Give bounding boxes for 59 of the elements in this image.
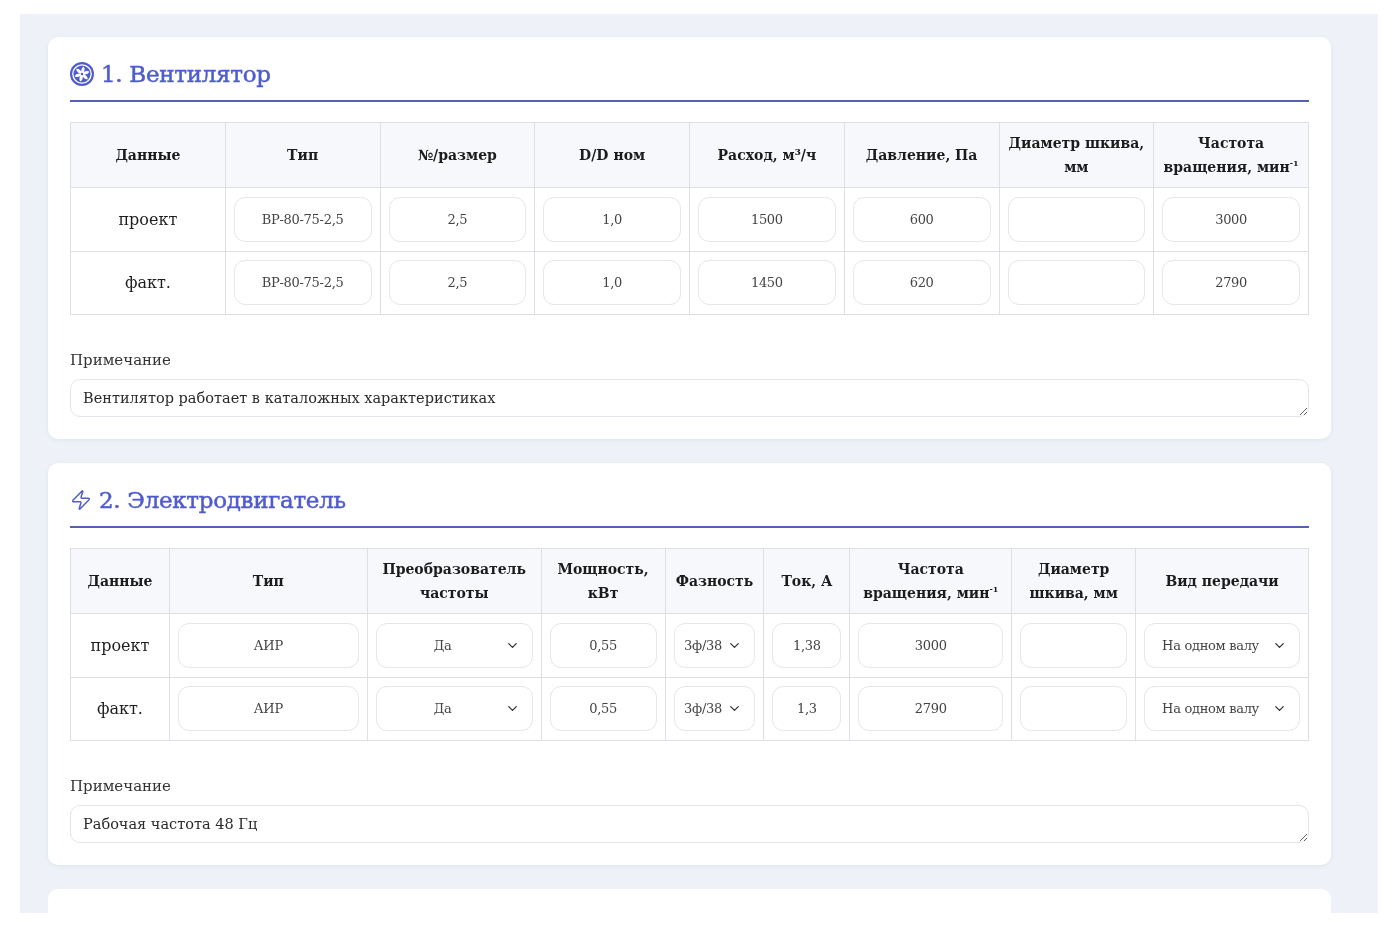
note-label: Примечание — [70, 776, 172, 797]
text-field[interactable]: 0,55 — [549, 622, 657, 668]
column-header: Фазность — [665, 549, 765, 614]
column-header: Преобразователь частоты — [367, 549, 542, 614]
dropdown[interactable]: 3ф/38 — [673, 686, 756, 732]
column-header: №/размер — [380, 123, 536, 188]
fan-icon — [70, 62, 94, 86]
column-header: Диаметр шкива, мм — [999, 123, 1155, 188]
text-field[interactable]: 2790 — [858, 686, 1004, 732]
text-field[interactable]: 2790 — [1162, 260, 1300, 306]
text-field[interactable]: 1450 — [698, 260, 836, 306]
dropdown[interactable]: Да — [375, 622, 533, 668]
text-field[interactable] — [1020, 622, 1128, 668]
text-field[interactable]: ВР-80-75-2,5 — [233, 196, 372, 242]
text-field[interactable]: 2,5 — [388, 196, 527, 242]
column-header: D/D ном — [535, 123, 690, 188]
note-field[interactable]: Рабочая частота 48 Гц — [70, 805, 1309, 843]
text-field[interactable] — [1007, 196, 1146, 242]
section-title: 2. Электродвигатель — [99, 486, 346, 515]
row-label: факт. — [71, 251, 226, 315]
dropdown[interactable]: Да — [375, 686, 533, 732]
text-field[interactable]: 3000 — [858, 622, 1004, 668]
column-header: Тип — [225, 123, 381, 188]
column-header: Частота вращения, мин$^{-1}$ — [850, 549, 1013, 614]
column-header: Данные — [71, 549, 170, 614]
column-header: Тип — [169, 549, 368, 614]
text-field[interactable]: 600 — [852, 196, 991, 242]
note-label: Примечание — [70, 350, 172, 371]
text-field[interactable]: 0,55 — [549, 686, 657, 732]
column-header: Частота вращения, мин$^{-1}$ — [1154, 123, 1309, 188]
column-header: Расход, м³/ч — [690, 123, 845, 188]
dropdown[interactable]: 3ф/38 — [673, 622, 756, 668]
row-label: факт. — [71, 677, 170, 741]
text-field[interactable]: АИР — [177, 622, 359, 668]
text-field[interactable]: 1500 — [698, 196, 836, 242]
dropdown[interactable]: На одном валу — [1144, 622, 1300, 668]
column-header: Давление, Па — [844, 123, 1000, 188]
text-field[interactable]: 620 — [852, 260, 991, 306]
text-field[interactable]: 1,38 — [772, 622, 842, 668]
section-title: 1. Вентилятор — [101, 60, 271, 89]
lightning-icon — [70, 489, 92, 511]
text-field[interactable]: 1,3 — [772, 686, 842, 732]
note-field[interactable]: Вентилятор работает в каталожных характеристиках — [70, 379, 1309, 417]
row-label: проект — [71, 614, 170, 678]
text-field[interactable]: 3000 — [1162, 196, 1300, 242]
column-header: Диаметр шкива, мм — [1012, 549, 1137, 614]
column-header: Данные — [71, 123, 226, 188]
dropdown[interactable]: На одном валу — [1144, 686, 1300, 732]
text-field[interactable]: ВР-80-75-2,5 — [233, 260, 372, 306]
column-header: Ток, А — [764, 549, 851, 614]
row-label: проект — [71, 188, 226, 252]
column-header: Вид передачи — [1136, 549, 1309, 614]
text-field[interactable]: АИР — [177, 686, 359, 732]
text-field[interactable]: 1,0 — [543, 196, 681, 242]
text-field[interactable]: 2,5 — [388, 260, 527, 306]
text-field[interactable]: 1,0 — [543, 260, 681, 306]
column-header: Мощность, кВт — [541, 549, 666, 614]
text-field[interactable] — [1020, 686, 1128, 732]
text-field[interactable] — [1007, 260, 1146, 306]
